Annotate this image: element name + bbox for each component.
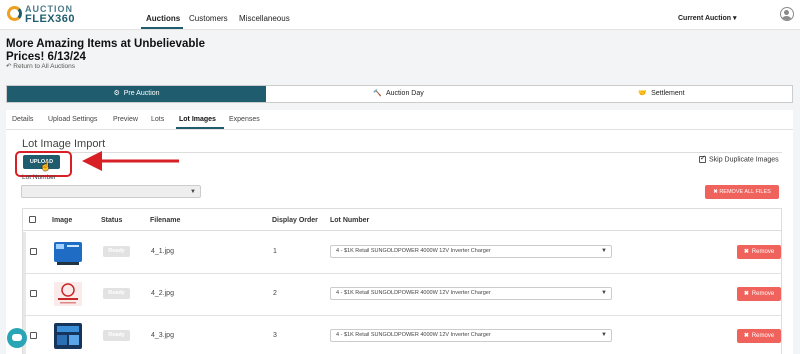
remove-row-button[interactable]: ✖ Remove: [737, 287, 781, 301]
lot-number-select[interactable]: ▼: [21, 185, 201, 198]
header-display-order: Display Order: [272, 217, 318, 224]
gavel-icon: 🔨: [373, 90, 382, 97]
tabs-divider: [6, 129, 793, 130]
logo-text-bottom: FLEX360: [25, 13, 75, 25]
header-image: Image: [52, 217, 73, 224]
filename-cell: 4_2.jpg: [151, 290, 174, 297]
content-panel: Details Upload Settings Preview Lots Lot…: [6, 110, 793, 354]
checkbox-checked-icon[interactable]: [699, 154, 706, 163]
top-navbar: AUCTION FLEX360 Auctions Customers Misce…: [0, 0, 800, 30]
status-badge: Ready: [103, 330, 130, 341]
chat-support-icon[interactable]: [7, 328, 27, 348]
row-lot-value: 4 - $1K Retail SUNGOLDPOWER 4000W 12V In…: [336, 290, 491, 296]
remove-row-button[interactable]: ✖ Remove: [737, 245, 781, 259]
return-to-all-auctions-link[interactable]: ↶ Return to All Auctions: [6, 62, 75, 70]
current-auction-dropdown[interactable]: Current Auction ▾: [678, 14, 736, 22]
logo-mark-icon: [7, 6, 22, 21]
display-order-cell: 2: [273, 290, 277, 297]
gear-icon: ⚙: [113, 90, 120, 97]
close-icon: ✖: [743, 333, 749, 339]
inverter-unit-thumbnail: [54, 323, 82, 349]
annotation-arrow-icon: [82, 151, 179, 171]
header-filename: Filename: [150, 217, 181, 224]
table-row: Ready 4_2.jpg 2 4 - $1K Retail SUNGOLDPO…: [23, 274, 781, 316]
remove-label: Remove: [751, 291, 775, 297]
filename-cell: 4_3.jpg: [151, 332, 174, 339]
tab-upload-settings[interactable]: Upload Settings: [48, 116, 97, 123]
auctionflex-logo[interactable]: AUCTION FLEX360: [7, 4, 77, 26]
table-header: Image Status Filename Display Order Lot …: [23, 209, 781, 231]
caret-down-icon: ▼: [190, 189, 196, 195]
inverter-charger-thumbnail: [54, 242, 82, 265]
remove-label: Remove: [751, 333, 775, 339]
row-lot-value: 4 - $1K Retail SUNGOLDPOWER 4000W 12V In…: [336, 332, 491, 338]
status-badge: Ready: [103, 246, 130, 257]
nav-customers[interactable]: Customers: [189, 14, 228, 23]
remove-label: Remove: [751, 249, 775, 255]
remove-row-button[interactable]: ✖ Remove: [737, 329, 781, 343]
handshake-icon: 🤝: [638, 90, 648, 97]
close-icon: ✖: [743, 249, 749, 255]
remove-all-files-button[interactable]: ✖ REMOVE ALL FILES: [705, 185, 779, 199]
nav-miscellaneous[interactable]: Miscellaneous: [239, 14, 290, 23]
row-checkbox[interactable]: [30, 332, 37, 339]
skip-duplicate-label: Skip Duplicate Images: [709, 156, 779, 164]
tab-lots[interactable]: Lots: [151, 116, 164, 123]
auction-stage-bar: ⚙ Pre Auction 🔨 Auction Day 🤝 Settlement: [6, 85, 793, 103]
row-lot-value: 4 - $1K Retail SUNGOLDPOWER 4000W 12V In…: [336, 248, 491, 254]
tab-details[interactable]: Details: [12, 116, 33, 123]
caret-down-icon: ▼: [601, 332, 607, 338]
row-checkbox[interactable]: [30, 290, 37, 297]
product-label-thumbnail: [54, 282, 82, 306]
lot-images-table: Image Status Filename Display Order Lot …: [22, 208, 782, 354]
tab-lot-images[interactable]: Lot Images: [179, 116, 216, 123]
skip-duplicate-images-checkbox[interactable]: Skip Duplicate Images: [699, 154, 779, 164]
close-icon: ✖: [743, 291, 749, 297]
select-all-checkbox[interactable]: [29, 216, 36, 223]
table-row: Ready 4_3.jpg 3 4 - $1K Retail SUNGOLDPO…: [23, 316, 781, 354]
status-badge: Ready: [103, 288, 130, 299]
row-checkbox[interactable]: [30, 248, 37, 255]
header-status: Status: [101, 217, 123, 224]
filename-cell: 4_1.jpg: [151, 248, 174, 255]
display-order-cell: 1: [273, 248, 277, 255]
table-row: Ready 4_1.jpg 1 4 - $1K Retail SUNGOLDPO…: [23, 232, 781, 274]
stage-settlement[interactable]: 🤝 Settlement: [531, 86, 792, 102]
display-order-cell: 3: [273, 332, 277, 339]
tab-expenses[interactable]: Expenses: [229, 116, 260, 123]
nav-active-underline: [141, 27, 183, 29]
caret-down-icon: ▼: [601, 290, 607, 296]
stage-label: Pre Auction: [123, 90, 160, 97]
nav-auctions[interactable]: Auctions: [146, 14, 180, 23]
stage-auction-day[interactable]: 🔨 Auction Day: [266, 86, 531, 102]
lot-number-label: Lot Number: [22, 174, 56, 181]
user-avatar-icon[interactable]: [780, 7, 794, 21]
caret-down-icon: ▼: [601, 248, 607, 254]
row-lot-select[interactable]: 4 - $1K Retail SUNGOLDPOWER 4000W 12V In…: [330, 245, 612, 258]
stage-pre-auction[interactable]: ⚙ Pre Auction: [7, 86, 266, 102]
row-lot-select[interactable]: 4 - $1K Retail SUNGOLDPOWER 4000W 12V In…: [330, 329, 612, 342]
stage-label: Auction Day: [385, 90, 424, 97]
row-lot-select[interactable]: 4 - $1K Retail SUNGOLDPOWER 4000W 12V In…: [330, 287, 612, 300]
header-lot-number: Lot Number: [330, 217, 370, 224]
tab-preview[interactable]: Preview: [113, 116, 138, 123]
hand-cursor-icon: ☝: [40, 161, 52, 171]
page-title: More Amazing Items at Unbelievable Price…: [6, 38, 205, 63]
stage-label: Settlement: [651, 90, 685, 97]
